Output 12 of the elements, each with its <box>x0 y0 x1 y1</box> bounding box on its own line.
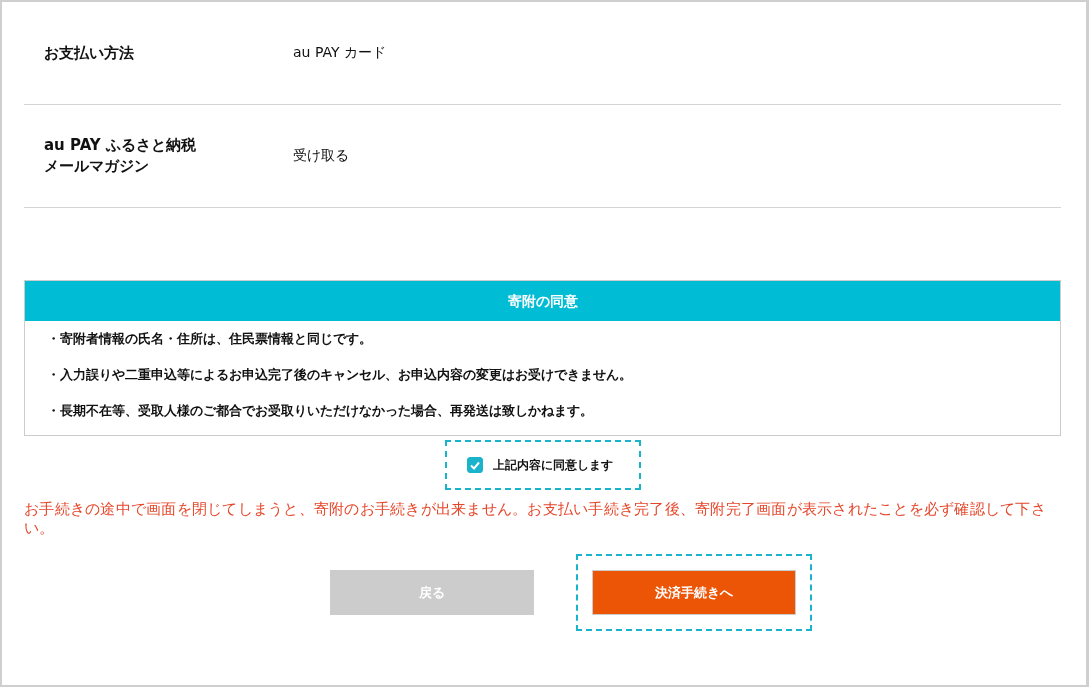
consent-text: ・長期不在等、受取人様のご都合でお受取りいただけなかった場合、再発送は致しかねます。 <box>46 402 594 420</box>
detail-value: 受け取る <box>293 147 349 165</box>
next-button[interactable]: 決済手続きへ <box>591 570 796 615</box>
checkbox[interactable] <box>466 457 483 473</box>
checkbox-label[interactable]: 上記内容に同意します <box>492 456 613 474</box>
detail-value: au PAY カード <box>293 44 386 62</box>
consent-text: ・寄附者情報の氏名・住所は、住民票情報と同じです。 <box>46 330 373 348</box>
consent-title: 寄附の同意 <box>25 281 1060 321</box>
detail-label: au PAY ふるさと納税メールマガジン <box>44 135 197 177</box>
warning-text: お手続きの途中で画面を閉じてしまうと、寄附のお手続きが出来ません。お支払い手続き完了後、寄附完了画面が表示されたことを必ず確認して下さい。 <box>24 500 1047 538</box>
detail-label: お支払い方法 <box>44 42 135 64</box>
consent-text: ・入力誤りや二重申込等によるお申込完了後のキャンセル、お申込内容の変更はお受けできません。 <box>46 366 633 384</box>
